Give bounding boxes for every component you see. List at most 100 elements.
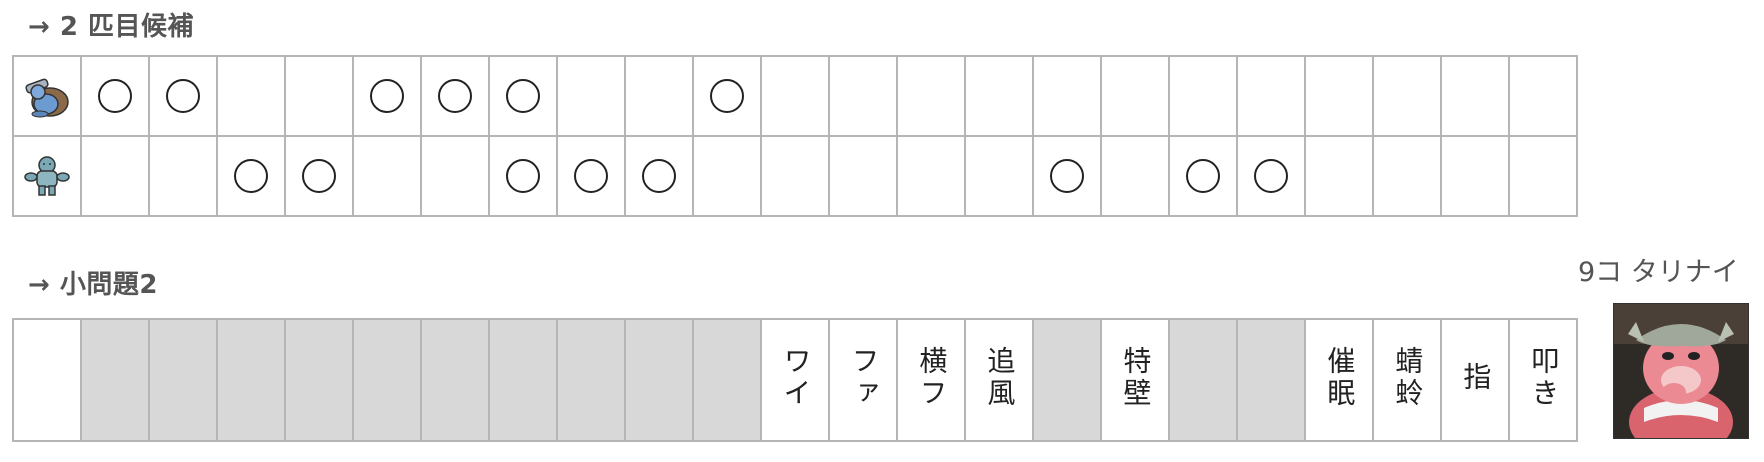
grid-cell	[1372, 55, 1442, 137]
grid-cell	[1508, 55, 1578, 137]
move-label: 催眠	[1323, 346, 1357, 410]
section-heading-subproblem: → 小問題2	[28, 270, 158, 300]
missing-count-note: 9コ タリナイ	[1578, 257, 1739, 288]
move-label: 蜻蛉	[1391, 346, 1425, 410]
grid-cell	[216, 135, 286, 217]
grid-cell	[692, 55, 762, 137]
row-icon-cell	[12, 135, 82, 217]
grid-cell	[1372, 135, 1442, 217]
grid-cell	[80, 135, 150, 217]
grid-cell	[148, 135, 218, 217]
machop-sprite-icon	[14, 153, 80, 199]
grid-cell	[828, 135, 898, 217]
grid-cell	[964, 55, 1034, 137]
grid-cell	[1440, 135, 1510, 217]
grid-cell	[1168, 135, 1238, 217]
filled-cell	[80, 318, 150, 442]
grid-cell	[692, 135, 762, 217]
move-label: 叩き	[1527, 346, 1561, 410]
grid-cell	[488, 135, 558, 217]
filled-cell	[692, 318, 762, 442]
grid-cell	[556, 135, 626, 217]
grid-cell	[352, 135, 422, 217]
circle-mark-icon	[1050, 159, 1084, 193]
filled-cell	[1236, 318, 1306, 442]
move-cell: ワイ	[760, 318, 830, 442]
filled-cell	[556, 318, 626, 442]
subproblem-row: ワイ ファ 横フ 追風 特壁 催眠 蜻蛉 指 叩き	[12, 318, 1578, 442]
grid-cell	[1100, 135, 1170, 217]
candidate-grid	[12, 55, 1578, 217]
grid-cell	[760, 55, 830, 137]
grid-cell	[216, 55, 286, 137]
row-icon-cell	[12, 55, 82, 137]
grid-cell	[896, 55, 966, 137]
move-cell: 叩き	[1508, 318, 1578, 442]
move-label: ファ	[847, 346, 881, 410]
filled-cell	[1168, 318, 1238, 442]
circle-mark-icon	[98, 79, 132, 113]
grid-cell	[828, 55, 898, 137]
circle-mark-icon	[234, 159, 268, 193]
circle-mark-icon	[370, 79, 404, 113]
grid-cell	[1304, 135, 1374, 217]
blastoise-sprite-icon	[14, 72, 80, 120]
grid-cell	[284, 135, 354, 217]
move-label: 追風	[983, 346, 1017, 410]
grid-cell	[964, 135, 1034, 217]
filled-cell	[1032, 318, 1102, 442]
grid-cell	[1236, 55, 1306, 137]
move-label: 指	[1459, 362, 1493, 394]
move-cell: 追風	[964, 318, 1034, 442]
circle-mark-icon	[574, 159, 608, 193]
candidate-row	[12, 135, 1578, 217]
grid-cell	[556, 55, 626, 137]
grid-cell	[420, 55, 490, 137]
filled-cell	[420, 318, 490, 442]
circle-mark-icon	[166, 79, 200, 113]
grid-cell	[1032, 55, 1102, 137]
move-label: ワイ	[779, 346, 813, 410]
circle-mark-icon	[1254, 159, 1288, 193]
grid-cell	[1440, 55, 1510, 137]
slowbro-portrait-icon	[1613, 303, 1749, 439]
move-cell: 催眠	[1304, 318, 1374, 442]
filled-cell	[216, 318, 286, 442]
move-cell: 指	[1440, 318, 1510, 442]
circle-mark-icon	[642, 159, 676, 193]
filled-cell	[284, 318, 354, 442]
filled-cell	[148, 318, 218, 442]
circle-mark-icon	[438, 79, 472, 113]
grid-cell	[1168, 55, 1238, 137]
move-label: 横フ	[915, 346, 949, 410]
grid-cell	[624, 135, 694, 217]
grid-cell	[896, 135, 966, 217]
move-cell: 特壁	[1100, 318, 1170, 442]
move-cell: ファ	[828, 318, 898, 442]
grid-cell	[148, 55, 218, 137]
move-label: 特壁	[1119, 346, 1153, 410]
candidate-row	[12, 55, 1578, 137]
grid-cell	[284, 55, 354, 137]
grid-cell	[1100, 55, 1170, 137]
circle-mark-icon	[506, 79, 540, 113]
move-cell: 蜻蛉	[1372, 318, 1442, 442]
move-cell: 横フ	[896, 318, 966, 442]
grid-cell	[624, 55, 694, 137]
grid-cell	[1032, 135, 1102, 217]
grid-cell	[352, 55, 422, 137]
grid-cell	[1304, 55, 1374, 137]
grid-cell	[488, 55, 558, 137]
filled-cell	[352, 318, 422, 442]
section-heading-candidates: → 2 匹目候補	[28, 12, 194, 42]
circle-mark-icon	[302, 159, 336, 193]
grid-cell	[420, 135, 490, 217]
move-cell	[12, 318, 82, 442]
circle-mark-icon	[710, 79, 744, 113]
grid-cell	[760, 135, 830, 217]
grid-cell	[80, 55, 150, 137]
grid-cell	[1236, 135, 1306, 217]
filled-cell	[624, 318, 694, 442]
circle-mark-icon	[506, 159, 540, 193]
circle-mark-icon	[1186, 159, 1220, 193]
